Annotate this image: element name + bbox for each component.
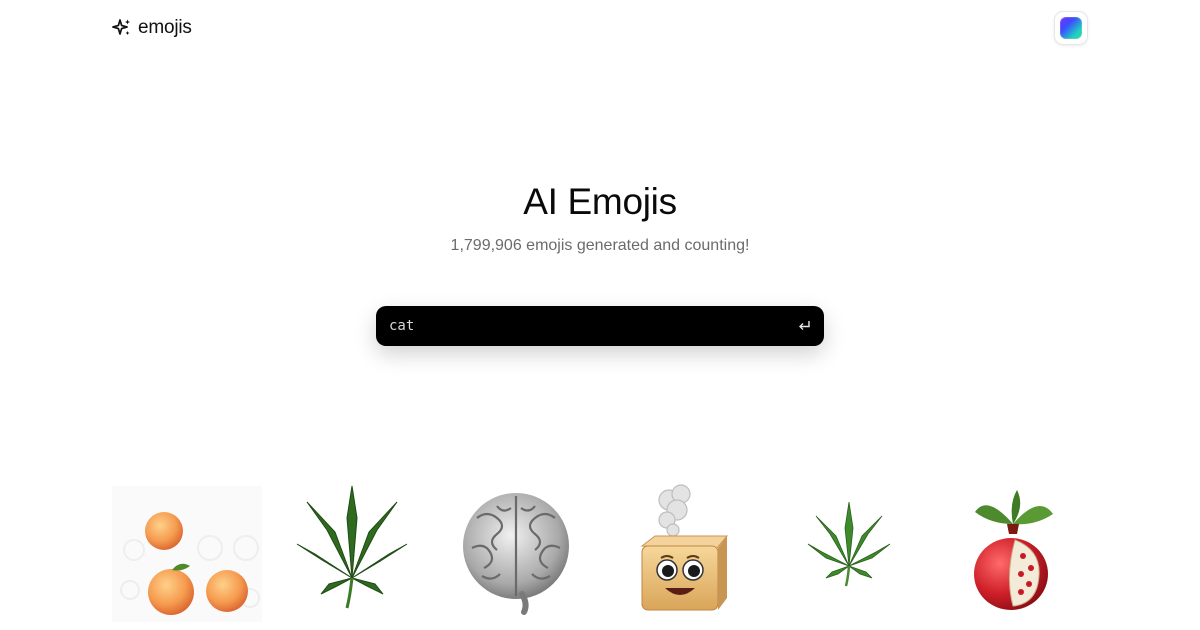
- brain-icon: [463, 493, 569, 615]
- leaf-icon: [296, 485, 408, 609]
- leaf-icon: [807, 501, 891, 587]
- emoji-prompt-form: [376, 306, 824, 346]
- tofu-face-icon: [640, 484, 729, 611]
- emoji-tile-pomegranate[interactable]: [937, 478, 1087, 628]
- sparkles-icon: [112, 18, 132, 38]
- page-title: AI Emojis: [523, 181, 677, 222]
- top-bar: emojis: [112, 11, 1088, 45]
- user-avatar-button[interactable]: [1054, 11, 1088, 45]
- emoji-prompt-input[interactable]: [389, 306, 796, 346]
- emoji-tile-cannabis-leaf[interactable]: [277, 478, 427, 628]
- emoji-tile-cannabis-leaf-small[interactable]: [772, 478, 922, 628]
- emoji-tile-smoking-tofu[interactable]: [607, 478, 757, 628]
- emoji-count-subtitle: 1,799,906 emojis generated and counting!: [450, 237, 750, 254]
- emoji-tile-brain[interactable]: [442, 478, 592, 628]
- emoji-gallery: [112, 478, 1088, 630]
- brand-link[interactable]: emojis: [112, 11, 192, 45]
- enter-return-icon[interactable]: [796, 318, 812, 334]
- peach-icon: [112, 486, 262, 622]
- emoji-tile-peaches[interactable]: [112, 478, 262, 628]
- brand-name: emojis: [138, 17, 192, 38]
- pomegranate-icon: [974, 490, 1053, 610]
- avatar: [1060, 17, 1082, 39]
